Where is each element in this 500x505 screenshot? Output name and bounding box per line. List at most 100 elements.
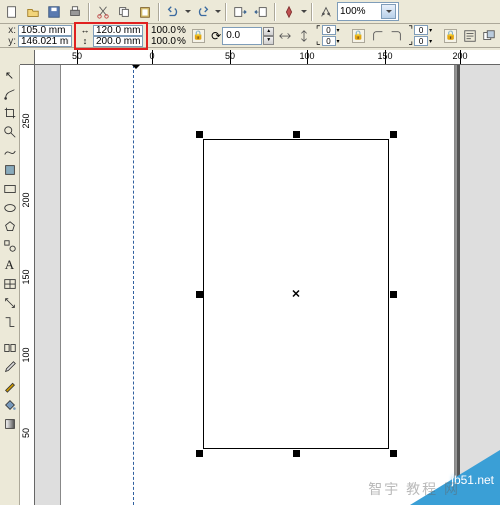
separator (311, 3, 313, 21)
ruler-origin-marker (131, 50, 141, 58)
watermark-cn: 智宇 教程 网 (368, 479, 460, 499)
crop-tool[interactable] (1, 104, 19, 122)
handle-n[interactable] (293, 131, 300, 138)
app-launcher-button[interactable] (279, 2, 299, 22)
copy-button[interactable] (114, 2, 134, 22)
rectangle-tool[interactable] (1, 180, 19, 198)
scale-x: 100.0 (150, 25, 176, 36)
outline-tool[interactable] (1, 377, 19, 395)
ruler-horizontal[interactable]: 50050100150200 (20, 50, 500, 65)
zoom-select[interactable]: 100% (337, 2, 399, 21)
ruler-vertical[interactable]: 25020015010050 (20, 65, 35, 505)
handle-w[interactable] (196, 291, 203, 298)
position-block: x: y: (2, 25, 74, 47)
polygon-tool[interactable] (1, 218, 19, 236)
rotation-input-group: ⟳ ▲▼ (211, 27, 274, 45)
x-label: x: (4, 25, 16, 36)
round-tr-icon: ⌝ (408, 25, 413, 36)
smart-fill-tool[interactable] (1, 161, 19, 179)
separator (88, 3, 90, 21)
fill-tool[interactable] (1, 396, 19, 414)
page-shadow-right (457, 65, 460, 505)
handle-sw[interactable] (196, 450, 203, 457)
nudge-input-1[interactable] (322, 25, 336, 35)
blend-tool[interactable] (1, 339, 19, 357)
height-icon: ↕ (79, 36, 91, 46)
paste-button[interactable] (135, 2, 155, 22)
basic-shapes-tool[interactable] (1, 237, 19, 255)
pct-sign: % (177, 36, 186, 47)
toolbox: ↖ A (0, 65, 20, 505)
height-input[interactable] (93, 36, 143, 47)
save-button[interactable] (44, 2, 64, 22)
ruler-corner[interactable] (20, 50, 35, 65)
round-tl-icon: ⌜ (316, 25, 321, 36)
lock-ratio-button[interactable]: 🔒 (192, 29, 205, 43)
rotation-spinner[interactable]: ▲▼ (263, 27, 274, 45)
cut-button[interactable] (93, 2, 113, 22)
handle-nw[interactable] (196, 131, 203, 138)
scale-y: 100.0 (150, 36, 176, 47)
round-lock-button[interactable]: 🔒 (352, 29, 365, 43)
to-front-button[interactable] (480, 26, 498, 46)
weld-button[interactable] (316, 2, 336, 22)
width-icon: ↔ (79, 25, 91, 35)
open-button[interactable] (23, 2, 43, 22)
undo-dropdown[interactable] (184, 2, 192, 22)
new-button[interactable] (2, 2, 22, 22)
main-toolbar: 100% (0, 0, 500, 24)
print-button[interactable] (65, 2, 85, 22)
guide-vertical[interactable] (133, 65, 134, 505)
separator (225, 3, 227, 21)
x-input[interactable] (18, 25, 72, 36)
corner-tr-button[interactable] (387, 26, 405, 46)
canvas-area[interactable]: ✕ (35, 65, 500, 505)
import-button[interactable] (230, 2, 250, 22)
redo-button[interactable] (193, 2, 213, 22)
nudge-block-a: ⌜▾ ⌞▾ (316, 25, 345, 47)
nudge-input-2[interactable] (322, 36, 336, 46)
y-label: y: (4, 36, 16, 47)
width-input[interactable] (93, 25, 143, 36)
round-br-icon: ⌟ (408, 36, 413, 47)
redo-dropdown[interactable] (214, 2, 222, 22)
launcher-dropdown[interactable] (300, 2, 308, 22)
scale-block: 100.0 % 100.0 % (148, 25, 188, 47)
separator (158, 3, 160, 21)
pct-sign: % (177, 25, 186, 36)
rotation-input[interactable] (222, 27, 262, 45)
handle-se[interactable] (390, 450, 397, 457)
size-block: ↔ ↕ (74, 22, 148, 50)
eyedropper-tool[interactable] (1, 358, 19, 376)
handle-ne[interactable] (390, 131, 397, 138)
handle-s[interactable] (293, 450, 300, 457)
undo-button[interactable] (163, 2, 183, 22)
nudge-input-3[interactable] (414, 25, 428, 35)
separator (274, 3, 276, 21)
text-tool[interactable]: A (1, 256, 19, 274)
nudge-input-4[interactable] (414, 36, 428, 46)
export-button[interactable] (251, 2, 271, 22)
pick-tool[interactable]: ↖ (1, 66, 19, 84)
table-tool[interactable] (1, 275, 19, 293)
zoom-tool[interactable] (1, 123, 19, 141)
freehand-tool[interactable] (1, 142, 19, 160)
connector-tool[interactable] (1, 313, 19, 331)
mirror-v-button[interactable] (295, 26, 313, 46)
y-input[interactable] (18, 36, 72, 47)
dimension-tool[interactable] (1, 294, 19, 312)
zoom-dropdown-button[interactable] (381, 4, 396, 19)
zoom-value: 100% (340, 6, 366, 17)
wrap-text-button[interactable] (461, 26, 479, 46)
handle-e[interactable] (390, 291, 397, 298)
mirror-h-button[interactable] (276, 26, 294, 46)
property-bar: x: y: ↔ ↕ 100.0 % 100.0 % 🔒 ⟳ ▲▼ (0, 24, 500, 48)
ellipse-tool[interactable] (1, 199, 19, 217)
shape-edit-tool[interactable] (1, 85, 19, 103)
rotation-icon: ⟳ (211, 29, 221, 43)
interactive-fill-tool[interactable] (1, 415, 19, 433)
nudge-block-b: ⌝▾ ⌟▾ (408, 25, 437, 47)
selection-center-marker: ✕ (291, 288, 300, 301)
corner-tl-button[interactable] (369, 26, 387, 46)
round-lock-button-2[interactable]: 🔒 (444, 29, 457, 43)
